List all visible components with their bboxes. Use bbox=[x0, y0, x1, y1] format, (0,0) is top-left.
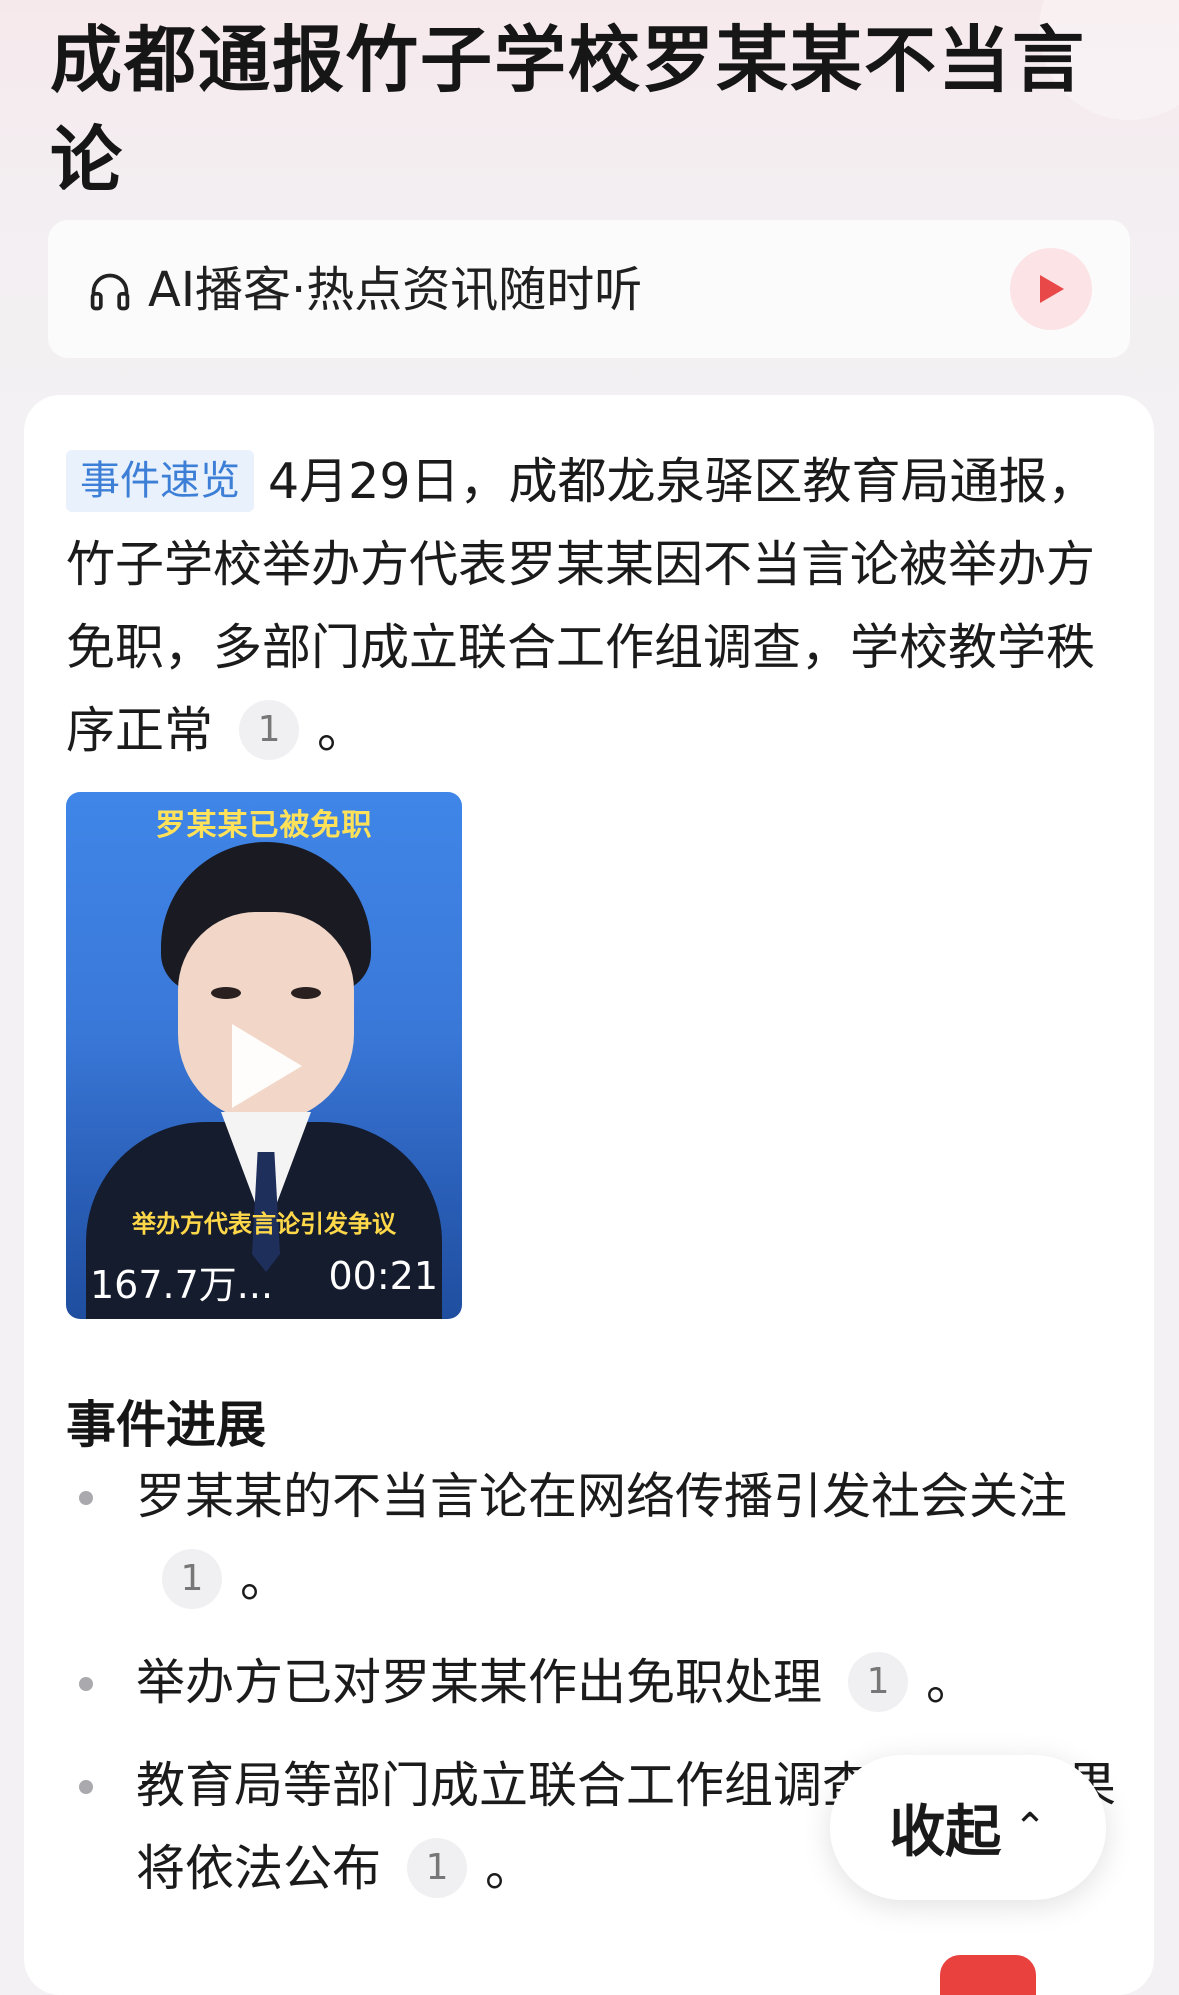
progress-heading: 事件进展 bbox=[66, 1396, 266, 1454]
list-item: 举办方已对罗某某作出免职处理 1 。 bbox=[66, 1641, 1126, 1724]
video-caption-top: 罗某某已被免职 bbox=[155, 808, 373, 843]
video-caption-bottom: 举办方代表言论引发争议 bbox=[132, 1210, 396, 1238]
video-play-icon[interactable] bbox=[232, 1024, 302, 1108]
event-summary: 事件速览 4月29日，成都龙泉驿区教育局通报，竹子学校举办方代表罗某某因不当言论被… bbox=[66, 440, 1126, 772]
podcast-play-button[interactable] bbox=[1010, 248, 1092, 330]
ai-podcast-bar[interactable]: AI播客·热点资讯随时听 bbox=[48, 220, 1130, 358]
video-duration: 00:21 bbox=[328, 1254, 438, 1298]
bullet-icon bbox=[79, 1677, 93, 1691]
video-thumbnail[interactable]: 罗某某已被免职 举办方代表言论引发争议 167.7万... 00:21 bbox=[66, 792, 462, 1319]
bottom-red-button[interactable] bbox=[940, 1955, 1036, 1995]
list-item-end: 。 bbox=[240, 1551, 290, 1608]
event-overview-tag: 事件速览 bbox=[66, 450, 254, 512]
bullet-icon bbox=[79, 1780, 93, 1794]
video-person-eye bbox=[211, 987, 241, 999]
citation-badge[interactable]: 1 bbox=[848, 1652, 909, 1712]
citation-badge[interactable]: 1 bbox=[239, 700, 300, 760]
collapse-button[interactable]: 收起 ⌃ bbox=[830, 1755, 1106, 1900]
page-title: 成都通报竹子学校罗某某不当言论 bbox=[50, 18, 1087, 202]
ai-podcast-label: AI播客·热点资讯随时听 bbox=[148, 262, 643, 318]
list-item-text: 罗某某的不当言论在网络传播引发社会关注 bbox=[136, 1468, 1068, 1525]
list-item-text: 举办方已对罗某某作出免职处理 bbox=[136, 1654, 823, 1711]
citation-badge[interactable]: 1 bbox=[407, 1838, 468, 1898]
summary-end: 。 bbox=[317, 702, 367, 759]
list-item-end: 。 bbox=[926, 1654, 976, 1711]
citation-badge[interactable]: 1 bbox=[162, 1549, 222, 1609]
play-icon bbox=[1040, 275, 1064, 303]
chevron-up-icon: ⌃ bbox=[1013, 1804, 1047, 1851]
bullet-icon bbox=[79, 1491, 93, 1505]
list-item: 罗某某的不当言论在网络传播引发社会关注 1 。 bbox=[66, 1455, 1126, 1621]
video-view-count: 167.7万... bbox=[90, 1263, 274, 1307]
collapse-label: 收起 bbox=[889, 1800, 1002, 1865]
video-person-eye bbox=[291, 987, 321, 999]
list-item-end: 。 bbox=[485, 1840, 535, 1897]
headphone-icon bbox=[90, 273, 130, 311]
